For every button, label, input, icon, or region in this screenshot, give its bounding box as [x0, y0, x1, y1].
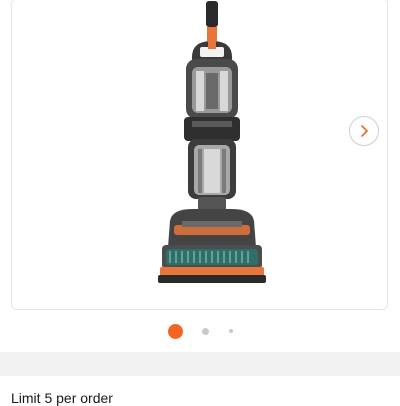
chevron-right-icon	[361, 125, 368, 137]
section-divider	[0, 352, 400, 376]
carousel-pagination	[0, 322, 400, 340]
carousel-dot[interactable]	[228, 329, 233, 333]
order-limit-text: Limit 5 per order	[11, 390, 113, 406]
product-image	[158, 1, 266, 283]
carousel-dot[interactable]	[201, 327, 209, 335]
next-image-button[interactable]	[349, 116, 379, 146]
product-image-card[interactable]	[11, 0, 388, 310]
carousel-dot-active[interactable]	[167, 323, 183, 339]
